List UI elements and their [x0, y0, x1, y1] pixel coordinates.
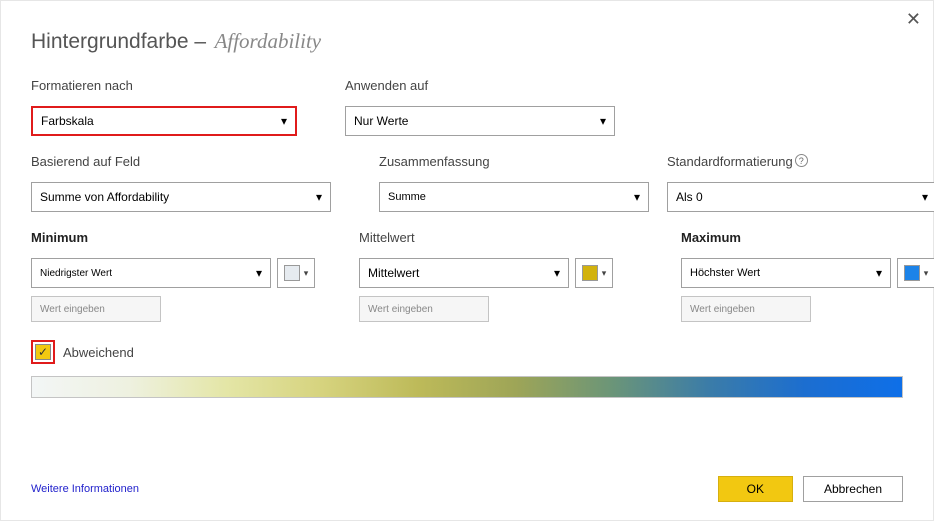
- default-fmt-select[interactable]: Als 0 ▾: [667, 182, 934, 212]
- based-on-select[interactable]: Summe von Affordability ▾: [31, 182, 331, 212]
- maximum-label: Maximum: [681, 230, 934, 250]
- chevron-down-icon: ▾: [304, 268, 309, 279]
- minimum-label: Minimum: [31, 230, 327, 250]
- color-swatch-icon: [284, 265, 300, 281]
- help-icon[interactable]: ?: [795, 154, 808, 167]
- chevron-down-icon: ▾: [316, 190, 322, 204]
- chevron-down-icon: ▾: [924, 268, 929, 279]
- chevron-down-icon: ▾: [554, 266, 560, 280]
- middle-color-picker[interactable]: ▾: [575, 258, 613, 288]
- chevron-down-icon: ▾: [256, 266, 262, 280]
- minimum-color-picker[interactable]: ▾: [277, 258, 315, 288]
- minimum-input[interactable]: Wert eingeben: [31, 296, 161, 322]
- chevron-down-icon: ▾: [634, 190, 640, 204]
- diverging-highlight: ✓: [31, 340, 55, 364]
- minimum-select[interactable]: Niedrigster Wert ▾: [31, 258, 271, 288]
- based-on-label: Basierend auf Feld: [31, 154, 297, 174]
- summary-value: Summe: [388, 191, 426, 203]
- chevron-down-icon: ▾: [922, 190, 928, 204]
- middle-label: Mittelwert: [359, 230, 655, 250]
- middle-input[interactable]: Wert eingeben: [359, 296, 489, 322]
- dialog-body: Hintergrundfarbe – Affordability Formati…: [1, 1, 933, 452]
- more-info-link[interactable]: Weitere Informationen: [31, 483, 139, 495]
- maximum-value: Höchster Wert: [690, 267, 760, 279]
- summary-label: Zusammenfassung: [379, 154, 649, 174]
- color-swatch-icon: [582, 265, 598, 281]
- format-by-label: Formatieren nach: [31, 78, 297, 98]
- maximum-select[interactable]: Höchster Wert ▾: [681, 258, 891, 288]
- title-main: Hintergrundfarbe –: [31, 30, 206, 53]
- dialog-title: Hintergrundfarbe – Affordability: [31, 29, 903, 54]
- maximum-color-picker[interactable]: ▾: [897, 258, 934, 288]
- default-fmt-value: Als 0: [676, 190, 703, 204]
- diverging-checkbox[interactable]: ✓: [35, 344, 51, 360]
- diverging-label: Abweichend: [63, 345, 134, 360]
- color-swatch-icon: [904, 265, 920, 281]
- chevron-down-icon: ▾: [876, 266, 882, 280]
- default-fmt-label: Standardformatierung?: [667, 154, 934, 174]
- close-icon[interactable]: ✕: [906, 9, 921, 30]
- chevron-down-icon: ▾: [602, 268, 607, 279]
- middle-select[interactable]: Mittelwert ▾: [359, 258, 569, 288]
- chevron-down-icon: ▾: [600, 114, 606, 128]
- cancel-button[interactable]: Abbrechen: [803, 476, 903, 502]
- apply-to-value: Nur Werte: [354, 114, 408, 128]
- apply-to-label: Anwenden auf: [345, 78, 615, 98]
- gradient-preview: [31, 376, 903, 398]
- minimum-value: Niedrigster Wert: [40, 268, 112, 279]
- summary-select[interactable]: Summe ▾: [379, 182, 649, 212]
- middle-value: Mittelwert: [368, 266, 419, 280]
- format-by-select[interactable]: Farbskala ▾: [31, 106, 297, 136]
- based-on-value: Summe von Affordability: [40, 190, 169, 204]
- ok-button[interactable]: OK: [718, 476, 793, 502]
- chevron-down-icon: ▾: [281, 114, 287, 128]
- apply-to-select[interactable]: Nur Werte ▾: [345, 106, 615, 136]
- maximum-input[interactable]: Wert eingeben: [681, 296, 811, 322]
- title-sub: Affordability: [215, 29, 322, 53]
- format-by-value: Farbskala: [41, 114, 94, 128]
